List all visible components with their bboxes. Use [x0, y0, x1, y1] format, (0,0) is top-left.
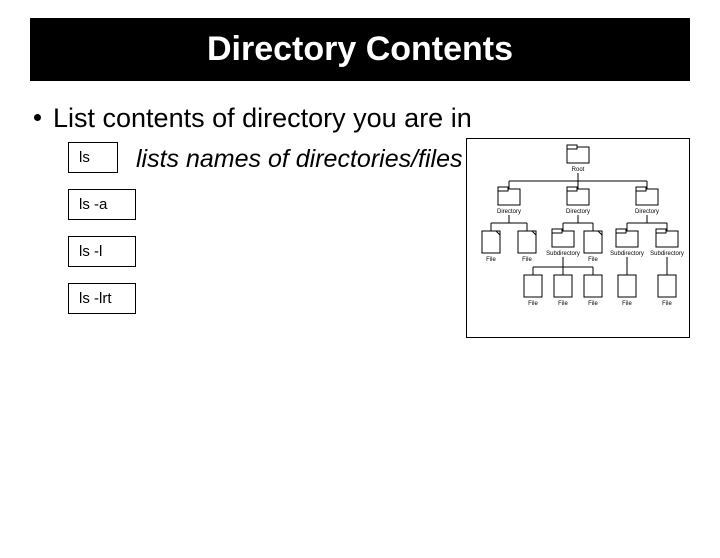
file-icon	[584, 275, 602, 297]
root-label: Root	[572, 167, 585, 173]
file-icon	[482, 231, 500, 253]
cmd-ls-lrt: ls -lrt	[68, 283, 136, 314]
ls-description: lists names of directories/files	[136, 145, 463, 174]
bullet-text: List contents of directory you are in	[53, 103, 472, 133]
folder-icon	[636, 187, 658, 205]
file-icon	[518, 231, 536, 253]
folder-icon	[498, 187, 520, 205]
file-label: File	[528, 301, 538, 307]
cmd-ls: ls	[68, 142, 118, 173]
dir-label: Directory	[566, 209, 590, 215]
file-label: File	[558, 301, 568, 307]
file-icon	[524, 275, 542, 297]
file-label: File	[662, 301, 672, 307]
file-label: File	[622, 301, 632, 307]
bullet-dot-icon	[34, 114, 41, 121]
file-label: File	[486, 257, 496, 263]
sub-label: Subdirectory	[610, 251, 644, 257]
file-label: File	[522, 257, 532, 263]
file-icon	[584, 231, 602, 253]
cmd-ls-l: ls -l	[68, 236, 136, 267]
sub-label: Subdirectory	[546, 251, 580, 257]
file-label: File	[588, 257, 598, 263]
body: ls ls -a ls -l ls -lrt lists names of di…	[68, 142, 690, 382]
folder-icon	[552, 229, 574, 247]
file-icon	[618, 275, 636, 297]
file-icon	[658, 275, 676, 297]
sub-label: Subdirectory	[650, 251, 684, 257]
folder-icon	[656, 229, 678, 247]
folder-icon	[567, 145, 589, 163]
command-column: ls ls -a ls -l ls -lrt	[68, 142, 136, 330]
dir-label: Directory	[635, 209, 659, 215]
dir-label: Directory	[497, 209, 521, 215]
folder-icon	[616, 229, 638, 247]
cmd-ls-a: ls -a	[68, 189, 136, 220]
bullet-line: List contents of directory you are in	[30, 103, 720, 134]
file-icon	[554, 275, 572, 297]
folder-icon	[567, 187, 589, 205]
slide-title: Directory Contents	[30, 18, 690, 81]
directory-tree-diagram: Root Directory Directory Directory	[466, 138, 690, 338]
file-label: File	[588, 301, 598, 307]
